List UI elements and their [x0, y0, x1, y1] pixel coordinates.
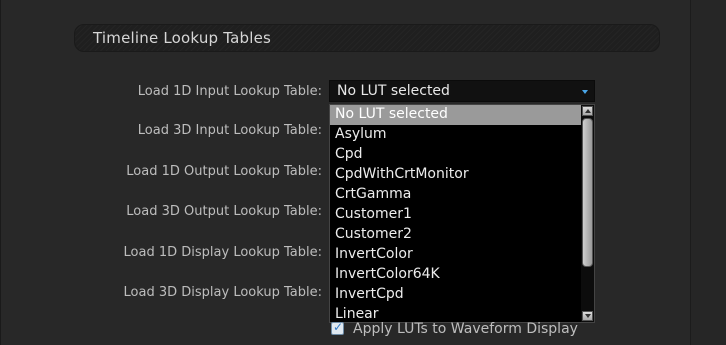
label-3d-display-lut: Load 3D Display Lookup Table: — [123, 285, 322, 300]
dropdown-option[interactable]: Cpd — [330, 145, 581, 165]
checkbox-label: Apply LUTs to Waveform Display — [353, 321, 578, 337]
dropdown-scrollbar[interactable] — [581, 105, 594, 322]
section-header: Timeline Lookup Tables — [74, 24, 660, 52]
label-1d-display-lut: Load 1D Display Lookup Table: — [123, 245, 322, 260]
dropdown-option[interactable]: CrtGamma — [330, 185, 581, 205]
label-3d-input-lut: Load 3D Input Lookup Table: — [137, 123, 322, 138]
label-1d-output-lut: Load 1D Output Lookup Table: — [126, 164, 322, 179]
arrow-down-icon — [585, 314, 591, 318]
right-panel — [690, 0, 726, 345]
scrollbar-thumb[interactable] — [582, 118, 593, 267]
dropdown-option[interactable]: No LUT selected — [330, 105, 581, 125]
dropdown-option[interactable]: InvertColor — [330, 245, 581, 265]
lut-select-value: No LUT selected — [337, 83, 450, 99]
chevron-down-icon — [582, 90, 588, 94]
section-title: Timeline Lookup Tables — [93, 29, 272, 47]
checkmark-icon: ✓ — [333, 320, 344, 334]
dropdown-option[interactable]: InvertColor64K — [330, 265, 581, 285]
lut-select-1d-input[interactable]: No LUT selected — [329, 80, 595, 102]
dropdown-option[interactable]: Asylum — [330, 125, 581, 145]
scroll-up-button[interactable] — [582, 106, 593, 116]
label-3d-output-lut: Load 3D Output Lookup Table: — [126, 204, 322, 219]
dropdown-option[interactable]: Customer2 — [330, 225, 581, 245]
arrow-up-icon — [585, 109, 591, 113]
dropdown-option[interactable]: CpdWithCrtMonitor — [330, 165, 581, 185]
window-edge — [0, 0, 1, 345]
label-1d-input-lut: Load 1D Input Lookup Table: — [137, 84, 322, 99]
dropdown-option[interactable]: InvertCpd — [330, 285, 581, 305]
scroll-down-button[interactable] — [582, 311, 593, 321]
apply-luts-waveform-checkbox[interactable]: ✓ — [331, 320, 344, 335]
lut-dropdown-list[interactable]: No LUT selected Asylum Cpd CpdWithCrtMon… — [329, 104, 595, 323]
dropdown-option[interactable]: Customer1 — [330, 205, 581, 225]
